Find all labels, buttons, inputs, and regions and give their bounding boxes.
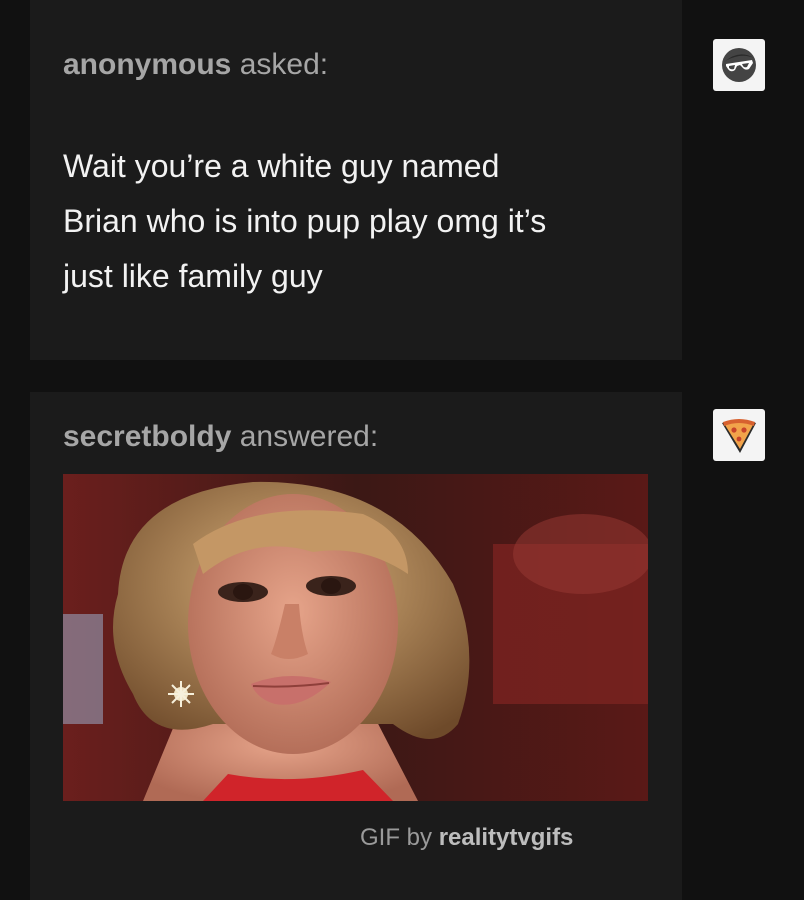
asked-label: asked: — [239, 48, 329, 81]
asker-username[interactable]: anonymous — [63, 48, 231, 81]
question-line: Brian who is into pup play omg it’s — [63, 203, 547, 239]
tumblr-ask-post: anonymous asked: Wait you’re a white guy… — [0, 0, 804, 900]
gif-credit: GIF by realitytvgifs — [360, 824, 573, 852]
anonymous-sunglasses-icon — [722, 48, 756, 82]
answered-label: answered: — [239, 420, 379, 453]
question-line: just like family guy — [63, 258, 323, 294]
answerer-username[interactable]: secretboldy — [63, 420, 231, 453]
gif-credit-prefix: GIF by — [360, 824, 433, 851]
anonymous-avatar[interactable] — [713, 39, 765, 91]
question-line: Wait you’re a white guy named — [63, 148, 500, 184]
reaction-gif-image — [63, 474, 648, 801]
pizza-slice-icon — [722, 419, 756, 453]
secretboldy-avatar[interactable] — [713, 409, 765, 461]
reaction-gif[interactable] — [63, 474, 648, 801]
question-text: Wait you’re a white guy named Brian who … — [63, 139, 663, 304]
ask-attribution: anonymous asked: — [63, 48, 328, 82]
gif-credit-username[interactable]: realitytvgifs — [439, 824, 574, 851]
answer-attribution: secretboldy answered: — [63, 420, 378, 454]
